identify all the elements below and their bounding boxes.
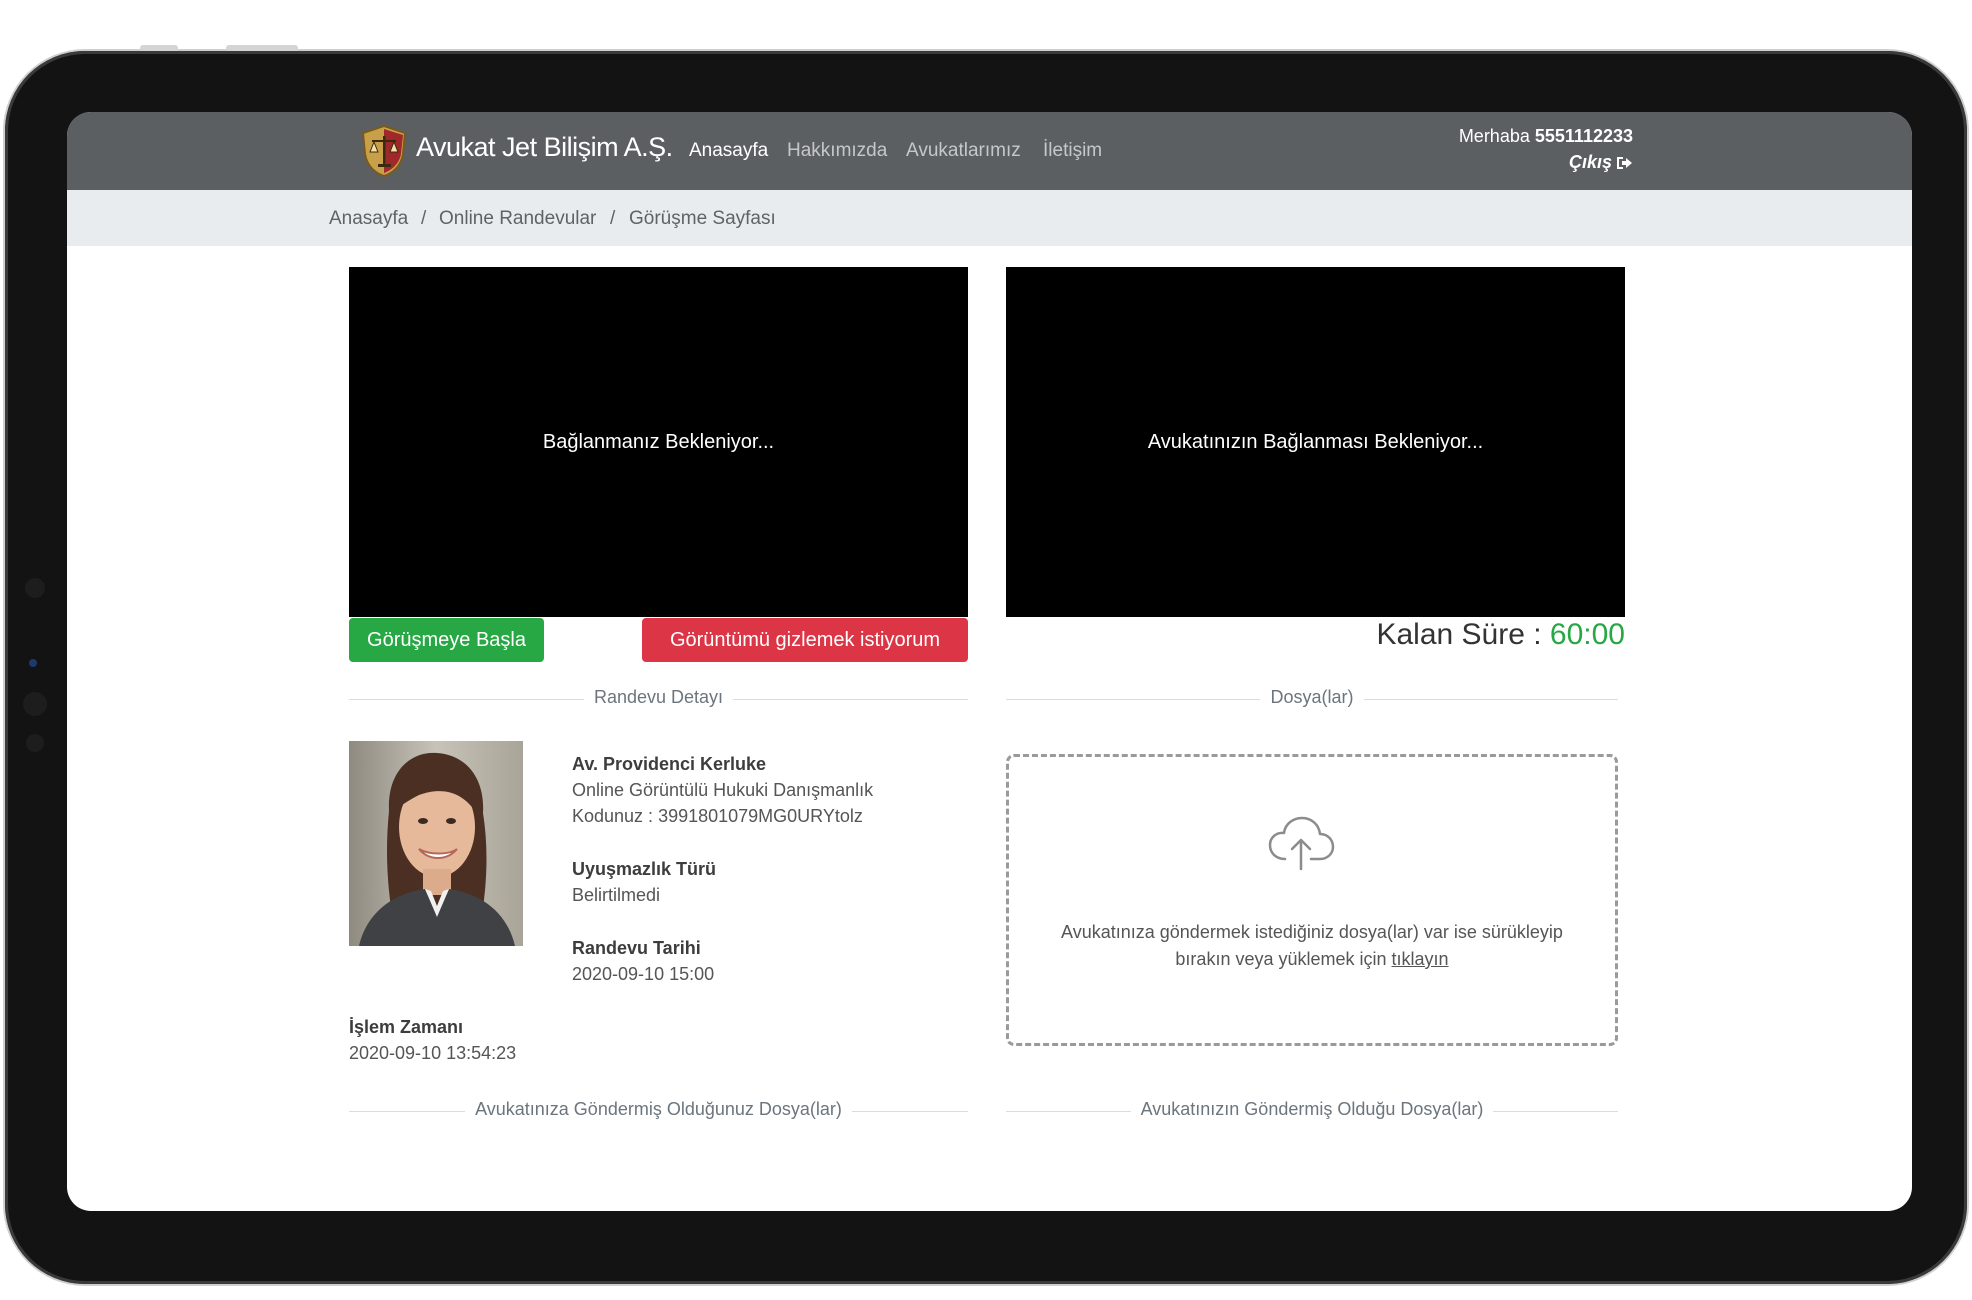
dispute-type-label: Uyuşmazlık Türü xyxy=(572,859,717,879)
nav-item-home[interactable]: Anasayfa xyxy=(689,140,768,162)
nav-item-about[interactable]: Hakkımızda xyxy=(787,140,887,162)
logout-label: Çıkış xyxy=(1568,152,1612,172)
remaining-time: Kalan Süre : 60:00 xyxy=(1376,618,1625,652)
lawyer-video-status: Avukatınızın Bağlanması Bekleniyor... xyxy=(1147,430,1484,453)
breadcrumb-separator: / xyxy=(610,208,616,229)
breadcrumb-online-appointments[interactable]: Online Randevular xyxy=(439,208,596,230)
breadcrumb-home[interactable]: Anasayfa xyxy=(329,208,408,230)
hide-video-button[interactable]: Görüntümü gizlemek istiyorum xyxy=(642,618,968,662)
upload-click-link[interactable]: tıklayın xyxy=(1392,949,1449,969)
user-greeting: Merhaba 5551112233 xyxy=(1459,126,1633,147)
upload-text-line2: bırakın veya yüklemek için tıklayın xyxy=(1009,946,1615,973)
appointment-code: Kodunuz : 3991801079MG0URYtolz xyxy=(572,806,863,826)
brand-name[interactable]: Avukat Jet Bilişim A.Ş. xyxy=(416,132,673,163)
lawyer-photo xyxy=(349,741,523,946)
breadcrumb-separator: / xyxy=(421,208,427,229)
app-screen: Avukat Jet Bilişim A.Ş. Anasayfa Hakkımı… xyxy=(67,112,1912,1211)
breadcrumb: Anasayfa / Online Randevular / Görüşme S… xyxy=(67,190,1912,246)
upload-text-line1: Avukatınıza göndermek istediğiniz dosya(… xyxy=(1061,922,1563,942)
appointment-detail-title: Randevu Detayı xyxy=(583,687,734,707)
sent-files-divider: Avukatınıza Göndermiş Olduğunuz Dosya(la… xyxy=(349,1099,968,1123)
lawyer-name: Av. Providenci Kerluke xyxy=(572,754,767,774)
files-title: Dosya(lar) xyxy=(1260,687,1364,707)
process-time-value: 2020-09-10 13:54:23 xyxy=(349,1043,517,1063)
sign-out-icon xyxy=(1617,156,1632,169)
file-upload-dropzone[interactable]: Avukatınıza göndermek istediğiniz dosya(… xyxy=(1006,754,1618,1046)
logout-link[interactable]: Çıkış xyxy=(1569,152,1633,173)
lawyer-video-panel: Avukatınızın Bağlanması Bekleniyor... xyxy=(1006,267,1625,617)
tablet-camera xyxy=(29,659,37,667)
service-type: Online Görüntülü Hukuki Danışmanlık xyxy=(572,780,874,800)
files-divider: Dosya(lar) xyxy=(1006,687,1618,711)
sent-files-title: Avukatınıza Göndermiş Olduğunuz Dosya(la… xyxy=(465,1099,852,1119)
dispute-type-value: Belirtilmedi xyxy=(572,885,661,905)
tablet-top-button xyxy=(140,45,178,51)
tablet-sensor xyxy=(23,692,47,716)
appointment-date-value: 2020-09-10 15:00 xyxy=(572,964,715,984)
upload-text-line2-main: bırakın veya yüklemek için xyxy=(1175,949,1387,969)
received-files-divider: Avukatınızın Göndermiş Olduğu Dosya(lar) xyxy=(1006,1099,1618,1123)
breadcrumb-current: Görüşme Sayfası xyxy=(629,208,776,229)
remaining-time-label: Kalan Süre : xyxy=(1376,618,1542,651)
upload-instructions: Avukatınıza göndermek istediğiniz dosya(… xyxy=(1009,919,1615,973)
username: 5551112233 xyxy=(1534,126,1633,146)
received-files-title: Avukatınızın Göndermiş Olduğu Dosya(lar) xyxy=(1130,1099,1494,1119)
process-time-label: İşlem Zamanı xyxy=(349,1017,464,1037)
self-video-status: Bağlanmanız Bekleniyor... xyxy=(542,430,775,453)
start-meeting-button[interactable]: Görüşmeye Başla xyxy=(349,618,544,662)
navbar: Avukat Jet Bilişim A.Ş. Anasayfa Hakkımı… xyxy=(67,112,1912,190)
greeting-text: Merhaba xyxy=(1458,126,1530,146)
tablet-sensor xyxy=(26,734,44,752)
nav-item-contact[interactable]: İletişim xyxy=(1043,140,1102,162)
remaining-time-value: 60:00 xyxy=(1549,618,1625,651)
tablet-sensor xyxy=(25,578,45,598)
cloud-upload-icon xyxy=(1268,816,1335,871)
tablet-top-button xyxy=(226,45,298,51)
scales-shield-icon[interactable] xyxy=(359,124,409,178)
nav-item-lawyers[interactable]: Avukatlarımız xyxy=(906,140,1021,162)
appointment-date-label: Randevu Tarihi xyxy=(572,938,701,958)
self-video-panel: Bağlanmanız Bekleniyor... xyxy=(349,267,968,617)
appointment-detail-divider: Randevu Detayı xyxy=(349,687,968,711)
